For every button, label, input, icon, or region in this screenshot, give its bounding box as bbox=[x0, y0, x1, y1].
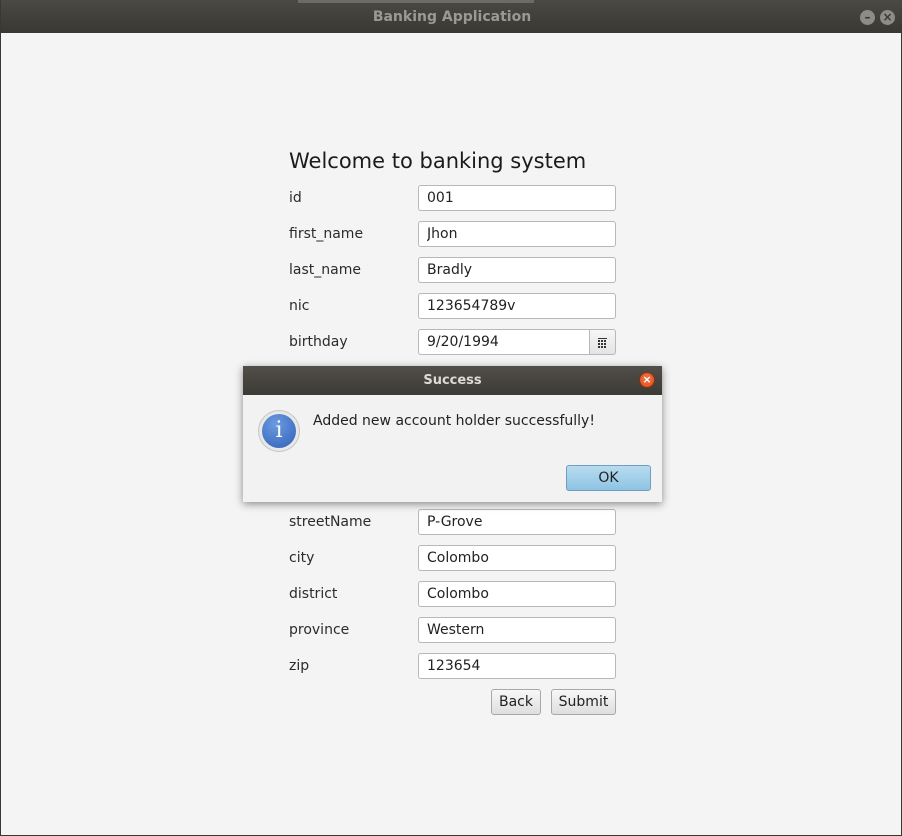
minimize-icon[interactable]: – bbox=[860, 10, 875, 25]
dialog-titlebar[interactable]: Success × bbox=[243, 366, 662, 395]
success-dialog: Success × i Added new account holder suc… bbox=[243, 366, 662, 502]
back-button[interactable]: Back bbox=[491, 689, 541, 715]
province-label: province bbox=[289, 622, 350, 638]
dialog-title: Success bbox=[423, 373, 482, 388]
last-name-label: last_name bbox=[289, 262, 361, 278]
district-label: district bbox=[289, 586, 338, 602]
street-name-field[interactable] bbox=[418, 509, 616, 535]
street-name-label: streetName bbox=[289, 514, 372, 530]
birthday-label: birthday bbox=[289, 334, 348, 350]
birthday-field[interactable] bbox=[418, 329, 590, 355]
calendar-icon bbox=[598, 338, 607, 348]
ok-button[interactable]: OK bbox=[566, 465, 651, 491]
info-icon-glyph: i bbox=[262, 414, 296, 448]
city-label: city bbox=[289, 550, 315, 566]
first-name-field[interactable] bbox=[418, 221, 616, 247]
district-field[interactable] bbox=[418, 581, 616, 607]
info-icon: i bbox=[259, 411, 299, 451]
form-title: Welcome to banking system bbox=[289, 149, 587, 173]
date-picker-button[interactable] bbox=[589, 329, 616, 355]
window-title: Banking Application bbox=[372, 9, 532, 25]
last-name-field[interactable] bbox=[418, 257, 616, 283]
submit-button[interactable]: Submit bbox=[551, 689, 616, 715]
dialog-message: Added new account holder successfully! bbox=[313, 413, 595, 429]
id-label: id bbox=[289, 190, 302, 206]
window-titlebar[interactable]: Banking Application – × bbox=[1, 0, 902, 33]
province-field[interactable] bbox=[418, 617, 616, 643]
titlebar-accent bbox=[298, 0, 534, 3]
nic-field[interactable] bbox=[418, 293, 616, 319]
close-icon[interactable]: × bbox=[880, 10, 895, 25]
id-field[interactable] bbox=[418, 185, 616, 211]
nic-label: nic bbox=[289, 298, 310, 314]
city-field[interactable] bbox=[418, 545, 616, 571]
first-name-label: first_name bbox=[289, 226, 364, 242]
dialog-close-icon[interactable]: × bbox=[639, 372, 655, 388]
main-window: Banking Application – × Welcome to banki… bbox=[0, 0, 902, 836]
zip-field[interactable] bbox=[418, 653, 616, 679]
zip-label: zip bbox=[289, 658, 310, 674]
